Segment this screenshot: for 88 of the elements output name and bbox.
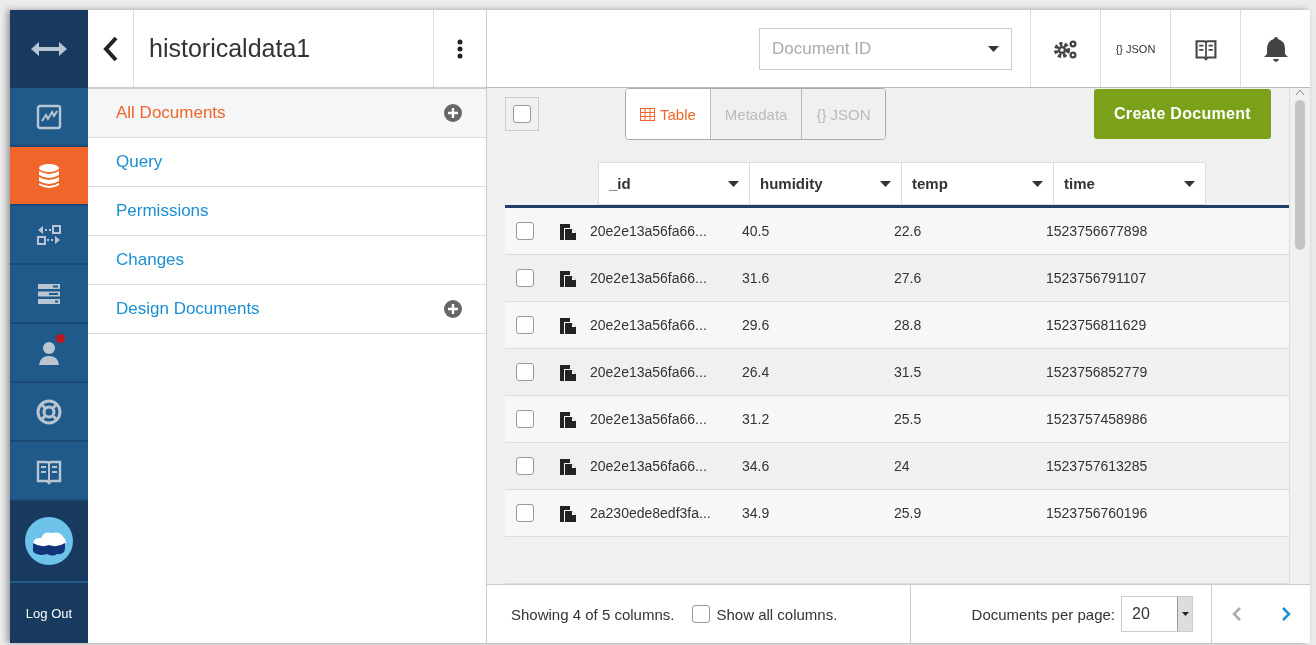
table-cell-text: 31.2 [742,411,771,427]
copy-icon[interactable] [560,457,576,475]
copy-icon[interactable] [560,269,576,287]
column-count-text: Showing 4 of 5 columns. [511,605,675,623]
column-header[interactable]: time [1054,162,1206,205]
table-cell-text: 22.6 [894,223,923,239]
table-cell-text: 28.8 [894,317,923,333]
table-cell-text: 20e2e13a56fa66... [590,317,708,333]
table-cell-text: 31.5 [894,364,923,380]
copy-icon[interactable] [560,410,576,428]
row-checkbox[interactable] [516,222,534,240]
table-cell-text: 31.6 [742,270,771,286]
row-checkbox[interactable] [516,363,534,381]
table-cell-text: 1523756852779 [1046,364,1149,380]
table-cell-text: 1523757613285 [1046,458,1149,474]
nav-item[interactable] [10,147,88,206]
table-cell-text: 20e2e13a56fa66... [590,458,708,474]
table-cell-text: 25.9 [894,505,923,521]
chevron-left-icon [102,35,119,62]
table-cell-text: 1523756811629 [1046,317,1148,333]
row-checkbox[interactable] [516,316,534,334]
per-page-label: Documents per page: [971,605,1115,623]
table-cell-text: 34.6 [742,458,771,474]
copy-icon[interactable] [560,316,576,334]
table-cell-text: 20e2e13a56fa66... [590,270,708,286]
show-all-label[interactable]: Show all columns. [716,605,838,623]
caret-icon [1032,180,1043,187]
create-document-button[interactable]: Create Document [1094,89,1271,139]
caret-icon [1181,612,1189,616]
row-checkbox[interactable] [516,410,534,428]
table-cell-text: 29.6 [742,317,771,333]
column-header[interactable]: _id [598,162,750,205]
copy-icon[interactable] [560,222,576,240]
copy-icon[interactable] [560,504,576,522]
chevron-left-icon [1231,606,1242,622]
select-all-checkbox[interactable] [513,105,531,123]
table-cell-text: 26.4 [742,364,771,380]
chevron-right-icon [1280,606,1291,622]
sidebar-item[interactable]: Permissions [116,201,209,221]
add-icon[interactable] [444,104,462,122]
column-header[interactable]: temp [902,162,1054,205]
caret-icon [1184,180,1195,187]
show-all-checkbox[interactable] [692,605,711,623]
sidebar-item[interactable]: Query [116,152,163,172]
notifications-button[interactable] [1240,10,1310,87]
table-cell-text: 1523756677898 [1046,223,1149,239]
scrollbar-thumb[interactable] [1295,100,1305,250]
copy-icon[interactable] [560,363,576,381]
column-header[interactable]: humidity [750,162,902,205]
table-cell-text: 20e2e13a56fa66... [590,364,708,380]
add-icon[interactable] [444,300,462,318]
activity-icon [35,102,63,131]
sidebar-item[interactable]: Changes [116,250,185,270]
table-cell-text: 1523756791107 [1046,270,1148,286]
sidebar-item[interactable]: All Documents [116,103,226,123]
scroll-up-icon[interactable] [1295,88,1305,96]
row-checkbox[interactable] [516,269,534,287]
caret-icon [728,180,739,187]
row-checkbox[interactable] [516,504,534,522]
lifebuoy-icon [35,397,63,426]
double-arrow-icon [31,42,67,56]
document-id-field[interactable]: Document ID [759,27,1012,70]
table-cell-text: 27.6 [894,270,923,286]
view-tab[interactable]: Table [626,89,710,139]
expand-button[interactable] [10,10,88,88]
table-icon [640,107,655,121]
table-cell-text: 24 [894,458,911,474]
bell-icon [1263,35,1288,62]
row-checkbox[interactable] [516,457,534,475]
table-cell-text: 40.5 [742,223,771,239]
cloud-logo-icon [25,517,73,565]
json-button[interactable]: {} JSON [1100,10,1170,87]
table-cell-text: 1523757458986 [1046,411,1149,427]
table-cell-text: 20e2e13a56fa66... [590,223,708,239]
table-cell-text: 2a230ede8edf3fa... [590,505,712,521]
database-title: historicaldata1 [149,34,311,63]
per-page-select[interactable]: 20 [1121,596,1193,632]
logout-link[interactable]: Log Out [10,583,88,643]
table-cell-text: 20e2e13a56fa66... [590,411,708,427]
table-cell-text: 34.9 [742,505,771,521]
settings-button[interactable] [1030,10,1100,87]
caret-icon [880,180,891,187]
table-cell-text: 1523756760196 [1046,505,1149,521]
caret-icon [988,45,999,52]
table-cell-text: 25.5 [894,411,923,427]
docs-button[interactable] [1170,10,1240,87]
more-icon [457,38,463,59]
sidebar-item[interactable]: Design Documents [116,299,260,319]
